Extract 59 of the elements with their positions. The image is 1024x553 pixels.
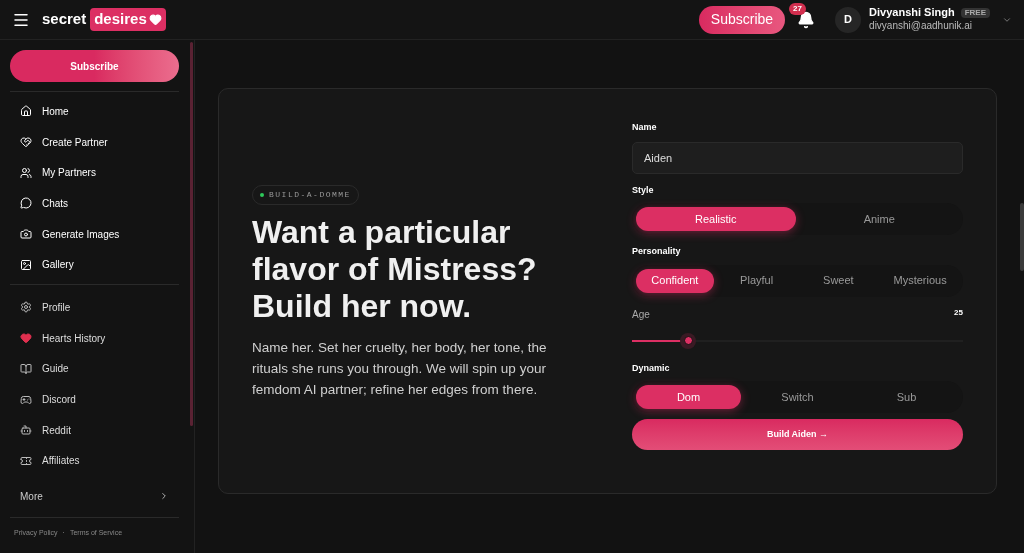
more-item[interactable]: More	[10, 483, 179, 510]
user-email: divyanshi@aadhunik.ai	[869, 20, 974, 33]
sidebar-item[interactable]: Home	[10, 96, 184, 127]
option-tab[interactable]: Confident	[636, 268, 714, 293]
name-input[interactable]: Aiden	[632, 141, 963, 174]
field-label: Personality	[632, 245, 682, 258]
heart-icon	[148, 13, 162, 26]
chevron-right-icon	[159, 491, 169, 502]
option-tab[interactable]: Sweet	[799, 268, 878, 293]
sidebar-item[interactable]: Generate Images	[10, 218, 184, 250]
sidebar-item[interactable]: Chats	[10, 188, 184, 219]
heart-shield-icon	[20, 136, 32, 149]
sidebar-item[interactable]: Profile	[10, 292, 184, 323]
field-label: Dynamic	[632, 361, 671, 375]
logo-badge: desires	[90, 8, 166, 31]
subscribe-button[interactable]: Subscribe	[10, 50, 179, 82]
option-tab[interactable]: Sub	[854, 385, 959, 409]
gamepad-icon	[20, 393, 32, 406]
option-tab[interactable]: Switch	[745, 385, 850, 409]
settings-icon	[20, 301, 32, 314]
sidebar-item[interactable]: Affiliates	[10, 445, 184, 477]
tag-text: BUILD-A-DOMME	[269, 188, 351, 201]
age-value: 25	[954, 306, 963, 319]
build-button[interactable]: Build Aiden →	[632, 419, 963, 450]
option-tab[interactable]: Mysterious	[881, 268, 959, 293]
slider-thumb[interactable]	[680, 332, 697, 349]
option-tab[interactable]: Playful	[717, 268, 796, 293]
sidebar-item[interactable]: Create Partner	[10, 126, 184, 158]
avatar[interactable]: D	[835, 6, 862, 33]
ticket-icon	[20, 454, 32, 467]
plan-badge: FREE	[960, 8, 990, 19]
field-label: Name	[632, 121, 658, 134]
hero-title: Want a particular flavor of Mistress? Build her now.	[252, 213, 538, 325]
field-label: Style	[632, 183, 655, 197]
bell-icon[interactable]	[797, 10, 816, 29]
picture-icon	[20, 258, 32, 271]
hero-description: Name her. Set her cruelty, her body, her tone, the rituals she runs you through. We will spin up your femdom AI partner; refine her edges from there.	[252, 338, 548, 399]
option-tab[interactable]: Dom	[636, 385, 741, 409]
sidebar-item[interactable]: Gallery	[10, 249, 184, 281]
option-tab[interactable]: Realistic	[636, 207, 796, 231]
user-name: Divyanshi Singh	[869, 6, 955, 21]
sidebar-item[interactable]: Guide	[10, 353, 184, 385]
field-label: Age	[632, 307, 650, 322]
chat-bubble-icon	[20, 197, 32, 210]
option-tab[interactable]: Anime	[799, 207, 959, 231]
robot-icon	[20, 424, 32, 437]
sidebar-item[interactable]: Discord	[10, 384, 184, 415]
camera-icon	[20, 228, 32, 241]
subscribe-button[interactable]: Subscribe	[698, 5, 786, 34]
notification-badge: 27	[789, 2, 806, 15]
book-icon	[20, 362, 32, 375]
heart-icon	[20, 332, 32, 345]
people-icon	[20, 166, 32, 179]
scrollbar	[1020, 203, 1024, 271]
sidebar-item[interactable]: My Partners	[10, 157, 184, 189]
sidebar-item[interactable]: Hearts History	[10, 322, 184, 354]
logo-text: secret	[42, 9, 87, 30]
home-icon	[20, 105, 32, 118]
sidebar-item[interactable]: Reddit	[10, 414, 184, 446]
